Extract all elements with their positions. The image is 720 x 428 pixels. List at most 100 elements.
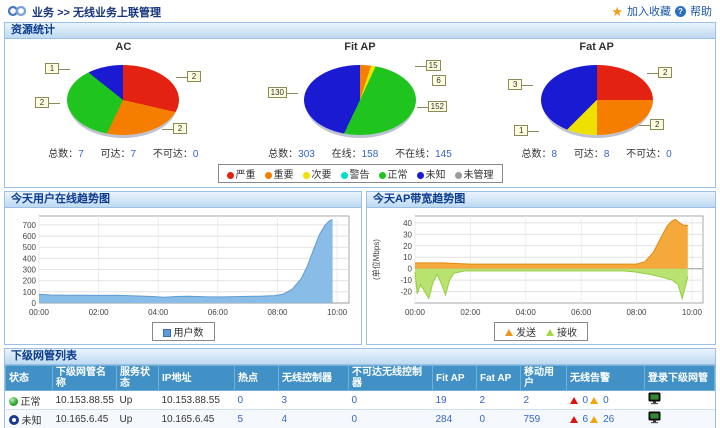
nms-name-cell: 10.165.6.45 bbox=[53, 410, 117, 428]
ac-slice-callout: 2 bbox=[35, 97, 49, 108]
severity-legend-item: 警告 bbox=[341, 166, 370, 181]
rx-series-marker bbox=[546, 329, 554, 336]
user-trend-chart: 010020030040050060070000:0002:0004:0006:… bbox=[5, 208, 361, 321]
breadcrumb: 业务 >> 无线业务上联管理 bbox=[32, 4, 161, 20]
fat-ap-pie-chart bbox=[541, 65, 653, 135]
svg-text:00:00: 00:00 bbox=[29, 308, 50, 317]
fit-ap-pie-block: Fit AP 15 6 152 130 总数：303 在线：158 不在线：14… bbox=[242, 41, 479, 161]
user-trend-legend: 用户数 bbox=[152, 322, 215, 341]
fat-ap-count-link[interactable]: 0 bbox=[477, 410, 521, 428]
fit-ap-slice-callout: 130 bbox=[268, 87, 287, 98]
status-cell: 未知 bbox=[6, 410, 53, 428]
critical-alarm-count-link[interactable]: 6 bbox=[583, 414, 589, 425]
service-state-cell: Up bbox=[117, 391, 159, 410]
favorite-star-icon: ★ bbox=[611, 6, 623, 17]
alarm-cell: 00 bbox=[567, 391, 645, 410]
login-nms-icon[interactable] bbox=[648, 411, 662, 424]
mobile-user-count-link[interactable]: 759 bbox=[521, 410, 567, 428]
major-alarm-count-link[interactable]: 0 bbox=[603, 395, 609, 406]
bandwidth-trend-legend: 发送 接收 bbox=[494, 322, 588, 341]
fit-ap-count-link[interactable]: 19 bbox=[433, 391, 477, 410]
status-ball-icon bbox=[9, 415, 19, 425]
major-alarm-count-link[interactable]: 26 bbox=[603, 414, 614, 425]
fit-ap-slice-callout: 6 bbox=[432, 75, 446, 86]
fat-ap-count-link[interactable]: 2 bbox=[477, 391, 521, 410]
login-nms-cell bbox=[645, 391, 715, 410]
svg-text:10: 10 bbox=[403, 253, 412, 262]
nms-column-header: 下级网管名称 bbox=[53, 366, 117, 391]
nms-column-header: 无线告警 bbox=[567, 366, 645, 391]
fit-ap-count-link[interactable]: 284 bbox=[433, 410, 477, 428]
severity-dot-icon bbox=[379, 172, 386, 179]
severity-dot-icon bbox=[417, 172, 424, 179]
critical-alarm-count-link[interactable]: 0 bbox=[583, 395, 589, 406]
resource-stats-title: 资源统计 bbox=[5, 23, 715, 39]
svg-text:02:00: 02:00 bbox=[89, 308, 110, 317]
svg-text:400: 400 bbox=[23, 254, 37, 263]
severity-legend-item: 正常 bbox=[379, 166, 408, 181]
status-cell: 正常 bbox=[6, 391, 53, 410]
nms-column-header: 无线控制器 bbox=[279, 366, 349, 391]
svg-text:04:00: 04:00 bbox=[148, 308, 169, 317]
nms-table: 状态下级网管名称服务状态IP地址热点无线控制器不可达无线控制器Fit APFat… bbox=[5, 365, 715, 428]
severity-dot-icon bbox=[455, 172, 462, 179]
fat-ap-stats: 总数：8 可达：8 不可达：0 bbox=[478, 145, 715, 161]
svg-text:06:00: 06:00 bbox=[571, 308, 592, 317]
controller-count-link[interactable]: 4 bbox=[279, 410, 349, 428]
svg-text:100: 100 bbox=[23, 288, 37, 297]
svg-text:-20: -20 bbox=[400, 288, 412, 297]
fat-ap-slice-callout: 2 bbox=[658, 67, 672, 78]
svg-text:30: 30 bbox=[403, 230, 412, 239]
status-ball-icon bbox=[9, 397, 18, 406]
svg-text:(单位Mbps): (单位Mbps) bbox=[371, 239, 381, 280]
mobile-user-count-link[interactable]: 2 bbox=[521, 391, 567, 410]
nms-column-header: Fit AP bbox=[433, 366, 477, 391]
hotspot-count-link[interactable]: 0 bbox=[235, 391, 279, 410]
svg-text:08:00: 08:00 bbox=[626, 308, 647, 317]
svg-text:06:00: 06:00 bbox=[208, 308, 229, 317]
severity-dot-icon bbox=[265, 172, 272, 179]
bandwidth-trend-chart: -20-1001020304000:0002:0004:0006:0008:00… bbox=[367, 208, 715, 321]
tx-series-marker bbox=[505, 329, 513, 336]
severity-dot-icon bbox=[227, 172, 234, 179]
user-trend-panel: 今天用户在线趋势图 010020030040050060070000:0002:… bbox=[4, 191, 362, 345]
svg-text:00:00: 00:00 bbox=[405, 308, 426, 317]
breadcrumb-current: 无线业务上联管理 bbox=[73, 7, 161, 19]
severity-legend-item: 未管理 bbox=[455, 166, 494, 181]
svg-text:600: 600 bbox=[23, 232, 37, 241]
nms-list-title: 下级网管列表 bbox=[5, 349, 715, 365]
svg-text:-10: -10 bbox=[400, 276, 412, 285]
help-link[interactable]: 帮助 bbox=[690, 3, 712, 19]
severity-dot-icon bbox=[303, 172, 310, 179]
login-nms-icon[interactable] bbox=[648, 392, 662, 405]
add-favorite-link[interactable]: 加入收藏 bbox=[627, 3, 671, 19]
ip-address-cell: 10.165.6.45 bbox=[159, 410, 235, 428]
svg-text:40: 40 bbox=[403, 219, 412, 228]
fat-ap-pie-block: Fat AP 2 2 1 3 总数：8 可达：8 不可达：0 bbox=[478, 41, 715, 161]
help-icon: ? bbox=[675, 6, 686, 17]
svg-text:700: 700 bbox=[23, 221, 37, 230]
severity-legend-item: 严重 bbox=[227, 166, 256, 181]
app-icon bbox=[8, 4, 26, 21]
breadcrumb-separator: >> bbox=[57, 7, 70, 19]
breadcrumb-root-link[interactable]: 业务 bbox=[32, 7, 54, 19]
top-bar: 业务 >> 无线业务上联管理 ★ 加入收藏 ? 帮助 bbox=[0, 0, 720, 22]
unreachable-controller-count-link[interactable]: 0 bbox=[349, 410, 433, 428]
ac-slice-callout: 1 bbox=[45, 63, 59, 74]
svg-text:300: 300 bbox=[23, 266, 37, 275]
ip-address-cell: 10.153.88.55 bbox=[159, 391, 235, 410]
user-trend-title: 今天用户在线趋势图 bbox=[5, 192, 361, 208]
svg-text:10:00: 10:00 bbox=[327, 308, 348, 317]
nms-column-header: 不可达无线控制器 bbox=[349, 366, 433, 391]
nms-column-header: 状态 bbox=[6, 366, 53, 391]
svg-text:0: 0 bbox=[408, 265, 413, 274]
nms-column-header: Fat AP bbox=[477, 366, 521, 391]
fit-ap-pie-chart bbox=[304, 65, 416, 135]
severity-legend: 严重重要次要警告正常未知未管理 bbox=[218, 164, 503, 183]
major-alarm-icon bbox=[590, 416, 598, 423]
hotspot-count-link[interactable]: 5 bbox=[235, 410, 279, 428]
user-series-marker bbox=[163, 329, 171, 337]
ac-slice-callout: 2 bbox=[173, 123, 187, 134]
controller-count-link[interactable]: 3 bbox=[279, 391, 349, 410]
unreachable-controller-count-link[interactable]: 0 bbox=[349, 391, 433, 410]
